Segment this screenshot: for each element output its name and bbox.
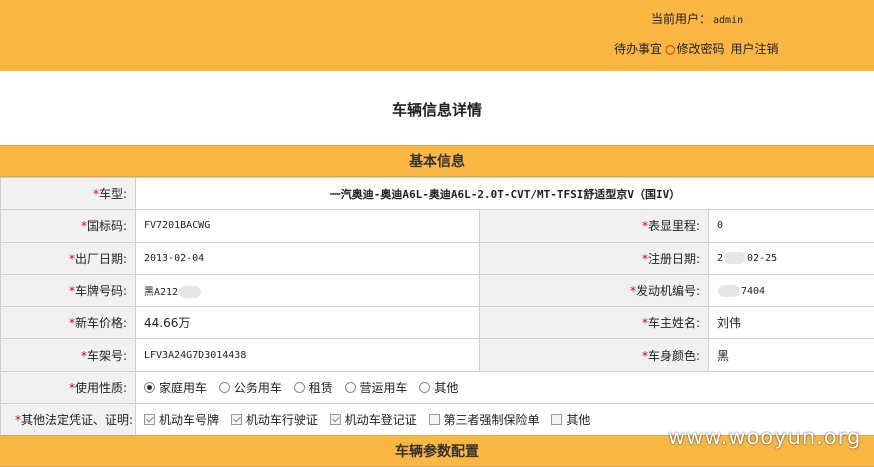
checkbox-checked-icon[interactable] — [230, 414, 242, 426]
owner-label: *车主姓名: — [479, 306, 709, 340]
radio-icon[interactable] — [344, 381, 356, 393]
redaction-blur — [179, 286, 202, 299]
radio-icon[interactable] — [218, 381, 230, 393]
current-user: 当前用户： admin — [651, 10, 743, 27]
checkbox-checked-icon[interactable] — [144, 414, 155, 426]
current-user-label: 当前用户： — [651, 12, 712, 26]
vehicle-info-table: *车型: 一汽奥迪-奥迪A6L-奥迪A6L-2.0T-CVT/MT-TFSI舒适… — [0, 176, 874, 437]
factory-date-label: *出厂日期: — [0, 241, 136, 275]
table-row: *使用性质: 家庭用车 公务用车 租赁 营运用车 其他 — [0, 370, 874, 405]
header-links: 待办事宜 ○修改密码 用户注销 — [614, 40, 779, 57]
factory-date-value: 2013-02-04 — [135, 241, 480, 275]
usage-radio-commercial[interactable]: 营运用车 — [344, 379, 408, 396]
vin-value: LFV3A24G7D3014438 — [135, 338, 480, 372]
docs-label: *其他法定凭证、证明: — [0, 403, 136, 437]
engine-no-value: 7404 — [707, 273, 874, 308]
docs-check-registration[interactable]: 机动车登记证 — [329, 411, 417, 428]
redaction-blur — [724, 252, 747, 265]
docs-check-plate[interactable]: 机动车号牌 — [144, 411, 219, 428]
current-user-name: admin — [713, 15, 744, 26]
reg-date-value: 2 02-25 — [707, 241, 874, 275]
table-row: *出厂日期: 2013-02-04 *注册日期: 2 02-25 — [0, 241, 874, 275]
page-title: 车辆信息详情 — [391, 101, 482, 119]
engine-no-label: *发动机编号: — [479, 273, 709, 308]
checkbox-icon[interactable] — [428, 414, 440, 426]
change-password-link[interactable]: 修改密码 — [677, 42, 725, 56]
radio-checked-icon[interactable] — [144, 381, 155, 393]
watermark: www.wooyun.org — [668, 425, 862, 449]
docs-check-insurance[interactable]: 第三者强制保险单 — [428, 411, 540, 428]
radio-icon[interactable] — [419, 381, 431, 393]
docs-check-license[interactable]: 机动车行驶证 — [230, 411, 318, 428]
new-price-label: *新车价格: — [0, 306, 136, 340]
table-row: *车牌号码: 黑A212 *发动机编号: 7404 — [0, 273, 874, 308]
usage-radio-family[interactable]: 家庭用车 — [144, 379, 207, 396]
radio-icon[interactable] — [293, 381, 305, 393]
checkbox-checked-icon[interactable] — [329, 414, 341, 426]
table-row: *车架号: LFV3A24G7D3014438 *车身颜色: 黑 — [0, 338, 874, 372]
usage-radio-official[interactable]: 公务用车 — [218, 379, 282, 396]
table-row: *新车价格: 44.66万 *车主姓名: 刘伟 — [0, 306, 874, 340]
body-color-label: *车身颜色: — [479, 338, 709, 372]
redaction-blur — [718, 284, 740, 297]
basic-info-header: 基本信息 — [0, 145, 874, 177]
usage-radio-other[interactable]: 其他 — [419, 379, 458, 396]
todo-link[interactable]: 待办事宜 — [614, 42, 662, 56]
docs-check-other[interactable]: 其他 — [551, 411, 590, 428]
logout-link[interactable]: 用户注销 — [731, 42, 779, 56]
plate-value: 黑A212 — [135, 273, 480, 308]
body-color-value: 黑 — [707, 338, 874, 372]
national-code-value: FV7201BACWG — [135, 209, 480, 243]
new-price-value: 44.66万 — [135, 306, 480, 340]
national-code-label: *国标码: — [0, 209, 136, 243]
vin-label: *车架号: — [0, 338, 136, 372]
reg-date-label: *注册日期: — [479, 241, 709, 275]
bullet-icon: ○ — [665, 42, 676, 56]
usage-label: *使用性质: — [0, 370, 136, 405]
usage-options: 家庭用车 公务用车 租赁 营运用车 其他 — [134, 370, 874, 405]
checkbox-icon[interactable] — [551, 414, 563, 426]
plate-label: *车牌号码: — [0, 273, 136, 308]
usage-radio-rental[interactable]: 租赁 — [293, 379, 333, 396]
model-value: 一汽奥迪-奥迪A6L-奥迪A6L-2.0T-CVT/MT-TFSI舒适型京V（国… — [134, 176, 874, 211]
mileage-label: *表显里程: — [479, 209, 709, 243]
table-row: *车型: 一汽奥迪-奥迪A6L-奥迪A6L-2.0T-CVT/MT-TFSI舒适… — [0, 176, 874, 211]
mileage-value: 0 — [707, 209, 874, 243]
owner-value: 刘伟 — [707, 306, 874, 340]
table-row: *国标码: FV7201BACWG *表显里程: 0 — [0, 209, 874, 243]
model-label: *车型: — [0, 176, 136, 211]
top-bar: 当前用户： admin 待办事宜 ○修改密码 用户注销 — [0, 0, 874, 71]
